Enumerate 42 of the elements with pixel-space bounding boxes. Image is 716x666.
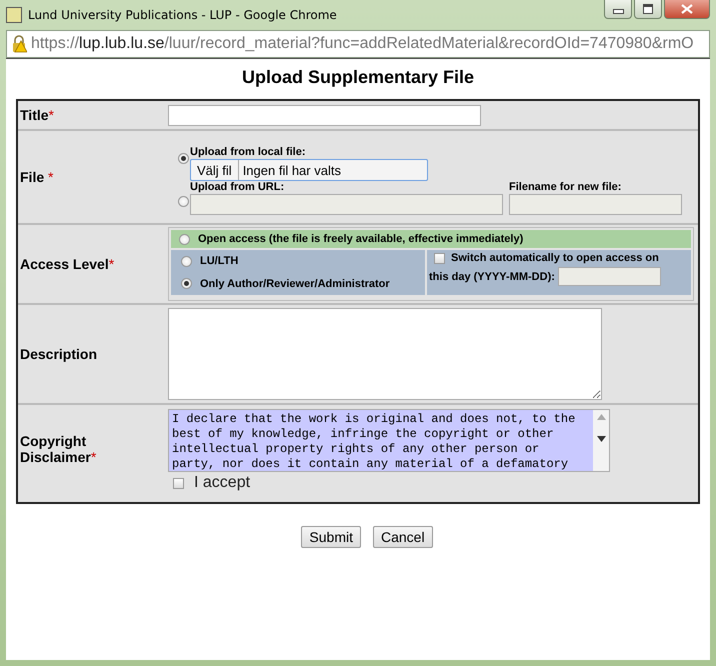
window-title: Lund University Publications - LUP - Google Chrome [28, 8, 338, 22]
field-label: this day (YYYY-MM-DD): [429, 270, 555, 282]
close-icon[interactable] [664, 0, 710, 19]
option-label: Only Author/Reviewer/Administrator [200, 278, 390, 290]
option-label: Upload from URL: [190, 181, 286, 193]
field-label: Filename for new file: [509, 181, 622, 193]
checkbox[interactable] [434, 252, 445, 264]
option-label: Open access (the file is freely available, effective immediately) [198, 233, 524, 245]
checkbox-label: I accept [194, 474, 250, 492]
url-text: https://lup.lub.lu.se/luur/record_material?func=addRelatedMaterial&recordOId=7470980&rmO [31, 35, 694, 53]
scroll-down-icon[interactable] [596, 436, 606, 442]
disclaimer-text: I declare that the work is original and does not, to the best of my knowledge, infringe the copyright or other intellectual property rights of any other person or party, nor does it contain any material of a defamatory [169, 410, 593, 471]
field-label: Description [20, 346, 98, 362]
field-label: Copyright Disclaimer* [20, 433, 98, 465]
field-label: Access Level* [20, 256, 114, 272]
submit-button[interactable]: Submit [301, 526, 361, 548]
warning-lock-icon [11, 35, 27, 53]
page-heading: Upload Supplementary File [240, 67, 476, 88]
radio-button[interactable] [178, 196, 189, 206]
date-field[interactable] [558, 267, 661, 286]
radio-button[interactable] [181, 256, 192, 267]
address-bar[interactable]: https://lup.lub.lu.se/luur/record_material?func=addRelatedMaterial&recordOId=7470980&rmO [6, 30, 710, 58]
maximize-icon[interactable] [634, 0, 662, 19]
cancel-button[interactable]: Cancel [372, 526, 433, 548]
checkbox[interactable] [173, 478, 184, 488]
option-label: Switch automatically to open access on [451, 252, 659, 264]
radio-button[interactable] [178, 152, 189, 164]
page-icon [6, 7, 22, 23]
field-label: Title* [20, 107, 54, 123]
file-picker[interactable]: Välj fil Ingen fil har valts [190, 159, 428, 181]
title-field[interactable] [168, 104, 481, 126]
filename-field[interactable] [509, 194, 682, 215]
scrollbar[interactable] [593, 410, 609, 471]
description-field[interactable] [168, 308, 602, 400]
url-field[interactable] [190, 194, 503, 215]
scroll-up-icon[interactable] [596, 414, 606, 420]
radio-button[interactable] [179, 234, 190, 244]
option-label: LU/LTH [200, 255, 238, 268]
minimize-icon[interactable] [604, 0, 632, 19]
radio-button[interactable] [181, 278, 192, 290]
option-label: Upload from local file: [190, 146, 307, 158]
field-label: File * [20, 169, 54, 185]
